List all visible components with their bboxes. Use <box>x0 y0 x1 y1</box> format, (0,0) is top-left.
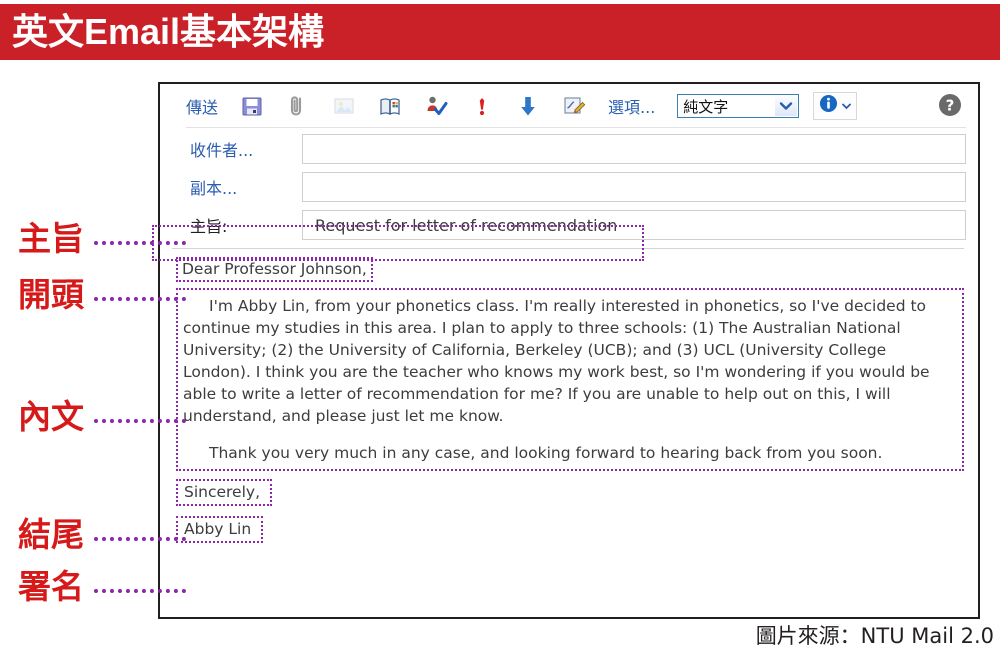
annotation-label: 署名 <box>18 567 84 606</box>
annotation-subject: 主旨 <box>18 222 186 255</box>
annotation-label: 開頭 <box>18 275 84 314</box>
page-title: 英文Email基本架構 <box>12 11 325 52</box>
annotation-signature: 署名 <box>18 570 186 603</box>
email-closing: Sincerely, <box>176 479 273 506</box>
high-priority-icon[interactable] <box>470 94 494 118</box>
subject-input[interactable]: Request for letter of recommendation <box>302 210 966 240</box>
chevron-down-icon[interactable] <box>775 96 798 116</box>
annotation-opening: 開頭 <box>18 278 186 311</box>
help-question-icon[interactable]: ? <box>938 93 962 117</box>
annotation-body: 內文 <box>18 400 186 433</box>
compose-body[interactable]: Dear Professor Johnson, I'm Abby Lin, fr… <box>160 249 978 543</box>
to-field-row: 收件者... <box>186 134 966 164</box>
source-caption: 圖片來源：NTU Mail 2.0 <box>755 624 994 648</box>
svg-text:?: ? <box>946 96 955 114</box>
format-select-value: 純文字 <box>683 97 729 116</box>
email-paragraph-1: I'm Abby Lin, from your phonetics class.… <box>183 297 930 425</box>
to-input[interactable] <box>302 134 966 164</box>
cc-field-row: 副本... <box>186 172 966 202</box>
address-book-icon[interactable] <box>378 94 402 118</box>
leader-line <box>94 415 186 423</box>
signature-icon[interactable] <box>562 94 586 118</box>
leader-line <box>94 585 186 593</box>
email-greeting: Dear Professor Johnson, <box>176 257 373 282</box>
email-body-block: I'm Abby Lin, from your phonetics class.… <box>176 288 964 471</box>
leader-line <box>94 293 186 301</box>
mail-compose-window: 傳送 選項... 純文字 ? 收件者... 副本... 主旨: Request … <box>158 82 980 619</box>
annotation-closing: 結尾 <box>18 518 186 551</box>
leader-line <box>94 237 186 245</box>
email-signature: Abby Lin <box>176 516 264 543</box>
chevron-down-icon <box>842 97 852 115</box>
cc-field-label[interactable]: 副本... <box>186 175 302 199</box>
spell-check-icon[interactable] <box>424 94 448 118</box>
email-paragraph-2: Thank you very much in any case, and loo… <box>209 444 883 462</box>
info-dropdown-button[interactable] <box>813 92 858 120</box>
subject-field-row: 主旨: Request for letter of recommendation <box>186 210 966 240</box>
to-field-label[interactable]: 收件者... <box>186 137 302 161</box>
annotation-label: 內文 <box>18 397 84 436</box>
compose-header-fields: 收件者... 副本... 主旨: Request for letter of r… <box>160 128 978 240</box>
leader-line <box>94 533 186 541</box>
annotation-label: 結尾 <box>18 515 84 554</box>
subject-field-label: 主旨: <box>190 217 228 236</box>
compose-toolbar: 傳送 選項... 純文字 ? <box>160 84 978 128</box>
send-button[interactable]: 傳送 <box>186 94 218 118</box>
info-icon <box>819 94 838 118</box>
save-icon[interactable] <box>240 94 264 118</box>
paperclip-attachment-icon[interactable] <box>286 94 310 118</box>
format-select[interactable]: 純文字 <box>677 94 800 118</box>
insert-image-icon[interactable] <box>332 94 356 118</box>
options-button[interactable]: 選項... <box>608 94 655 118</box>
toolbar-divider <box>186 127 966 128</box>
page-title-banner: 英文Email基本架構 <box>0 4 1000 60</box>
low-priority-down-arrow-icon[interactable] <box>516 94 540 118</box>
annotation-label: 主旨 <box>18 219 84 258</box>
cc-input[interactable] <box>302 172 966 202</box>
